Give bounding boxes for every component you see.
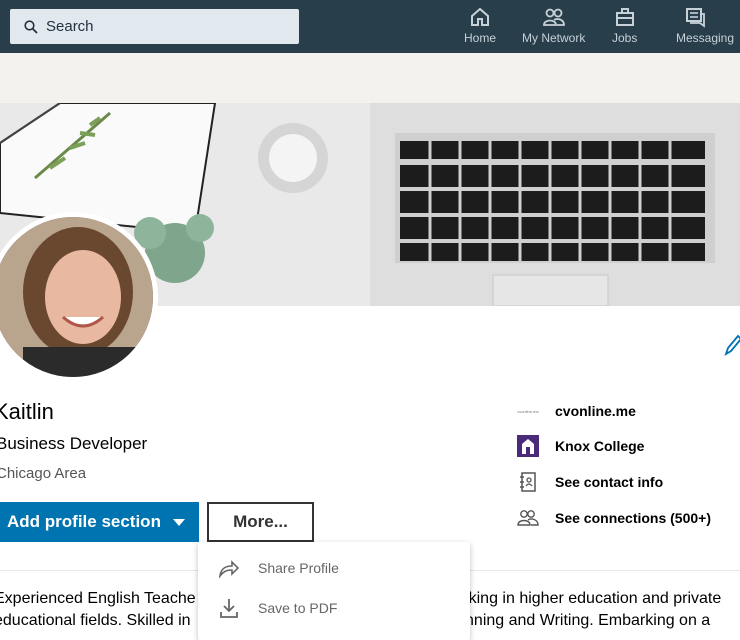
- briefcase-icon: [615, 8, 634, 26]
- current-company-label: cvonline.me: [555, 403, 636, 419]
- messaging-icon: [686, 8, 705, 28]
- current-company-link[interactable]: cvonline.me cvonline.me: [517, 400, 740, 422]
- nav-item-my-network[interactable]: My Network: [522, 6, 585, 50]
- profile-name: Kaitlin: [0, 399, 54, 424]
- nav-item-home[interactable]: Home: [464, 6, 496, 50]
- nav-item-label: Jobs: [612, 31, 638, 45]
- connections-label: See connections (500+): [555, 510, 712, 526]
- contact-card-icon: [517, 471, 539, 493]
- connections-icon: [517, 507, 539, 529]
- network-icon: [542, 8, 565, 26]
- download-icon: [220, 599, 238, 618]
- school-link[interactable]: Knox College: [517, 435, 740, 457]
- more-dropdown-menu: Share Profile Save to PDF: [198, 542, 470, 640]
- chevron-down-icon: [172, 518, 185, 526]
- share-icon: [218, 560, 240, 579]
- menu-item-label: Save to PDF: [258, 600, 338, 616]
- school-label: Knox College: [555, 438, 645, 454]
- nav-item-messaging[interactable]: Messaging: [676, 6, 740, 50]
- menu-item-save-to-pdf[interactable]: Save to PDF: [198, 588, 470, 628]
- search-icon: [24, 19, 38, 34]
- search-placeholder: Search: [46, 18, 94, 35]
- summary-text: educational fields. Skilled in: [0, 612, 191, 629]
- summary-text: Experienced English Teache: [0, 590, 196, 607]
- menu-item-label: Share Profile: [258, 560, 339, 576]
- home-icon: [471, 7, 489, 26]
- nav-item-jobs[interactable]: Jobs: [612, 6, 637, 50]
- edit-pencil-icon[interactable]: [722, 333, 740, 357]
- connections-link[interactable]: See connections (500+): [517, 507, 740, 529]
- nav-item-label: Home: [464, 31, 497, 45]
- contact-info-link[interactable]: See contact info: [517, 471, 740, 493]
- add-profile-section-label: Add profile section: [7, 512, 161, 531]
- school-logo-icon: [517, 435, 539, 457]
- company-logo-icon: cvonline.me: [517, 408, 539, 414]
- menu-item-share-profile[interactable]: Share Profile: [198, 548, 470, 588]
- more-button[interactable]: More...: [207, 502, 314, 542]
- search-input[interactable]: Search: [10, 9, 299, 44]
- profile-headline: Business Developer: [0, 434, 148, 453]
- profile-location: Chicago Area: [0, 465, 87, 482]
- summary-text: king in higher education and private: [468, 590, 722, 607]
- nav-item-label: Messaging: [676, 31, 735, 45]
- top-nav-bar: Search Home My Network Jobs Messaging: [0, 0, 740, 53]
- summary-text: lanning and Writing. Embarking on a: [452, 612, 711, 629]
- add-profile-section-button[interactable]: Add profile section: [0, 502, 199, 542]
- contact-info-label: See contact info: [555, 474, 664, 490]
- nav-item-label: My Network: [522, 31, 586, 45]
